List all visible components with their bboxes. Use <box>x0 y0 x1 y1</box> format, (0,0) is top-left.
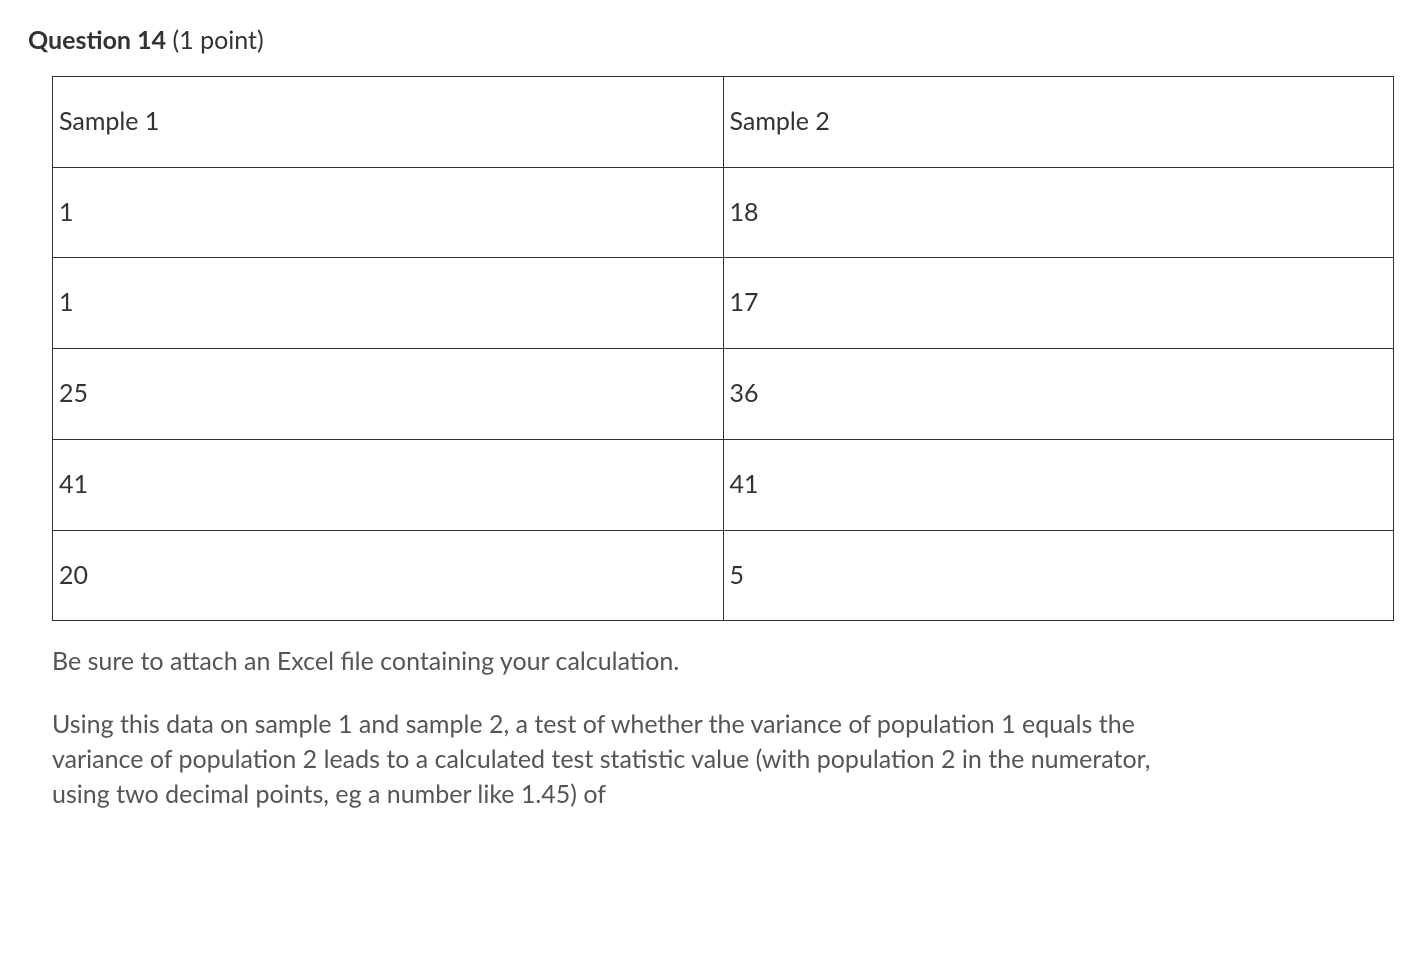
table-header-cell: Sample 1 <box>53 76 724 167</box>
data-table: Sample 1 Sample 2 1 18 1 17 25 36 41 41 … <box>52 76 1394 622</box>
table-cell: 41 <box>723 439 1394 530</box>
question-prompt: Using this data on sample 1 and sample 2… <box>52 707 1172 812</box>
table-cell: 18 <box>723 167 1394 258</box>
instruction-text: Be sure to attach an Excel file containi… <box>52 645 1394 679</box>
table-header-row: Sample 1 Sample 2 <box>53 76 1394 167</box>
table-cell: 25 <box>53 349 724 440</box>
table-cell: 1 <box>53 167 724 258</box>
question-points: (1 point) <box>166 25 264 55</box>
table-row: 25 36 <box>53 349 1394 440</box>
table-cell: 5 <box>723 530 1394 621</box>
table-row: 41 41 <box>53 439 1394 530</box>
question-number: Question 14 <box>28 25 166 55</box>
table-cell: 41 <box>53 439 724 530</box>
table-cell: 17 <box>723 258 1394 349</box>
table-cell: 36 <box>723 349 1394 440</box>
question-content: Sample 1 Sample 2 1 18 1 17 25 36 41 41 … <box>28 76 1394 812</box>
question-header: Question 14 (1 point) <box>28 24 1394 58</box>
table-cell: 20 <box>53 530 724 621</box>
table-row: 20 5 <box>53 530 1394 621</box>
table-row: 1 17 <box>53 258 1394 349</box>
table-cell: 1 <box>53 258 724 349</box>
table-row: 1 18 <box>53 167 1394 258</box>
table-header-cell: Sample 2 <box>723 76 1394 167</box>
